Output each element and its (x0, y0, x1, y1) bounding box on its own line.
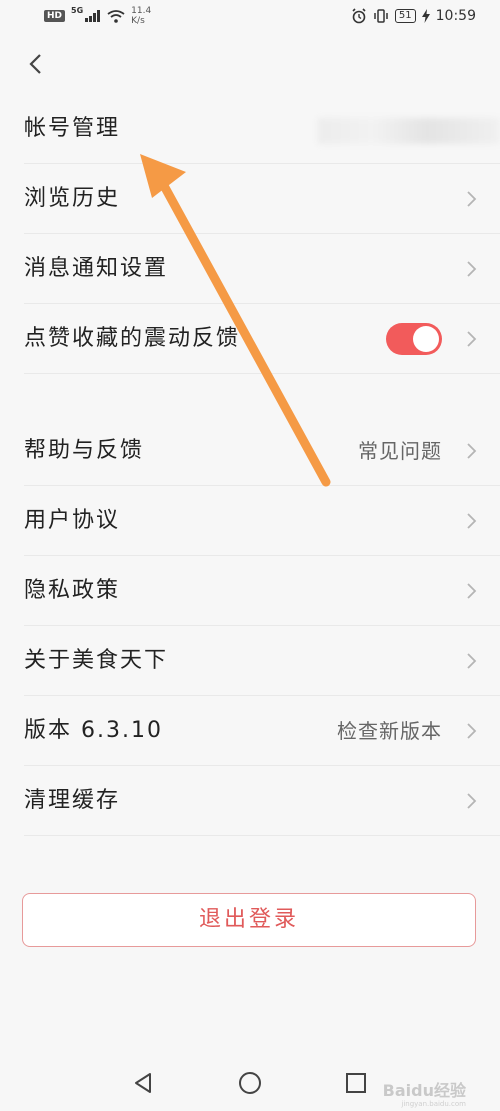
back-button[interactable] (20, 48, 50, 80)
alarm-icon (352, 8, 366, 24)
menu-item-label: 用户协议 (24, 508, 121, 533)
signal-icon (85, 10, 101, 22)
chevron-right-icon (467, 513, 477, 529)
baidu-watermark: Baidu经验 (382, 1081, 466, 1100)
logout-button[interactable]: 退出登录 (22, 893, 476, 947)
menu-item-label: 隐私政策 (24, 578, 121, 603)
menu-item-privacy[interactable]: 隐私政策 (0, 556, 500, 626)
menu-item-label: 帮助与反馈 (24, 438, 145, 463)
menu-item-label: 版本 6.3.10 (24, 718, 163, 743)
nav-back-icon[interactable] (130, 1069, 158, 1097)
menu-item-label: 消息通知设置 (24, 256, 169, 281)
nav-recents-icon[interactable] (342, 1069, 370, 1097)
menu-item-label: 浏览历史 (24, 186, 121, 211)
menu-item-user-agreement[interactable]: 用户协议 (0, 486, 500, 556)
status-right: 51 10:59 (351, 8, 476, 24)
battery-level: 51 (394, 9, 416, 23)
menu-item-label: 帐号管理 (24, 116, 121, 141)
menu-item-value: 检查新版本 (337, 719, 442, 743)
menu-item-clear-cache[interactable]: 清理缓存 (0, 766, 500, 836)
chevron-right-icon (467, 793, 477, 809)
chevron-right-icon (467, 723, 477, 739)
charging-icon (421, 9, 430, 23)
chevron-right-icon (467, 331, 477, 347)
vibration-toggle[interactable] (386, 323, 442, 355)
blurred-account-name (318, 118, 500, 144)
hd-badge: HD (44, 10, 66, 22)
wifi-icon (107, 9, 125, 23)
status-left: HD 5G 11.4 K/s (44, 6, 151, 26)
net-speed-unit: K/s (131, 16, 145, 26)
net-speed: 11.4 K/s (131, 6, 151, 26)
chevron-right-icon (467, 191, 477, 207)
navigation-bar: Baidu经验 jingyan.baidu.com (0, 1055, 500, 1111)
menu-item-value: 常见问题 (358, 439, 442, 463)
menu-item-help[interactable]: 帮助与反馈 常见问题 (0, 416, 500, 486)
network-type: 5G (71, 6, 84, 15)
net-speed-value: 11.4 (131, 6, 152, 16)
chevron-right-icon (467, 583, 477, 599)
clock: 10:59 (435, 8, 476, 24)
menu-item-about[interactable]: 关于美食天下 (0, 626, 500, 696)
menu-item-label: 清理缓存 (24, 788, 121, 813)
menu-item-notifications[interactable]: 消息通知设置 (0, 234, 500, 304)
divider (24, 373, 500, 374)
status-bar: HD 5G 11.4 K/s 51 10:59 (0, 0, 500, 36)
menu-item-vibration-feedback[interactable]: 点赞收藏的震动反馈 (0, 304, 500, 374)
menu-item-version[interactable]: 版本 6.3.10 检查新版本 (0, 696, 500, 766)
toggle-knob (413, 326, 439, 352)
nav-home-icon[interactable] (236, 1069, 264, 1097)
chevron-right-icon (467, 653, 477, 669)
menu-item-label: 点赞收藏的震动反馈 (24, 326, 241, 351)
vibrate-icon (374, 9, 388, 23)
baidu-watermark-url: jingyan.baidu.com (401, 1100, 466, 1108)
menu-item-label: 关于美食天下 (24, 648, 169, 673)
chevron-left-icon (29, 54, 41, 74)
divider (24, 835, 500, 836)
menu-item-history[interactable]: 浏览历史 (0, 164, 500, 234)
chevron-right-icon (467, 443, 477, 459)
chevron-right-icon (467, 261, 477, 277)
